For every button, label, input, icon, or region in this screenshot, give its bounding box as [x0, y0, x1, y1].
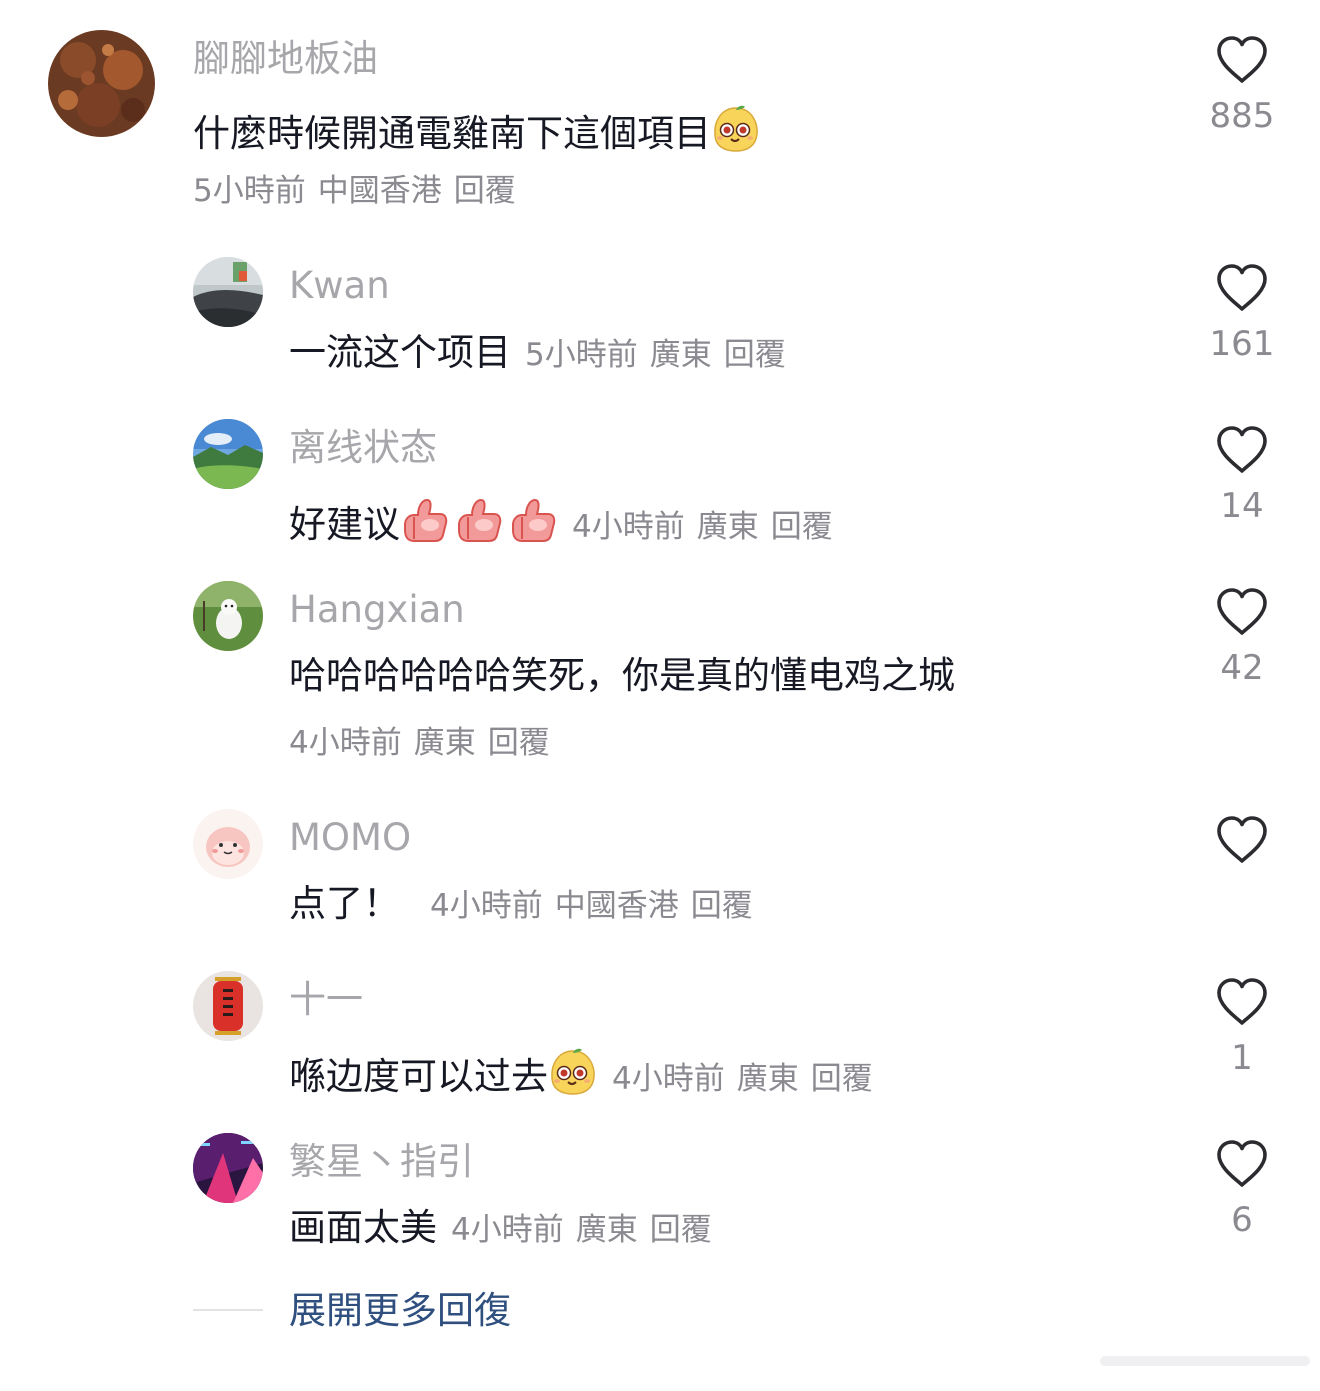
timestamp: 4小時前: [572, 509, 685, 545]
comment-text: 哈哈哈哈哈哈笑死，你是真的懂电鸡之城: [289, 654, 955, 697]
like-button[interactable]: 161: [1192, 263, 1292, 361]
reply-button[interactable]: 回覆: [488, 725, 550, 761]
comment-meta: 4小時前 廣東 回覆: [289, 728, 550, 759]
thumbs-up-emoji-icon: [400, 495, 450, 545]
username[interactable]: 繁星丶指引: [289, 1143, 474, 1180]
avatar[interactable]: [193, 1133, 263, 1203]
comment-text: 喺边度可以过去 4小時前 廣東 回覆: [289, 1047, 873, 1097]
comment-text-content: 点了！: [289, 882, 400, 925]
comment-text: 好建议 4小時前 廣東 回覆: [289, 495, 833, 545]
thumbs-up-emoji-icon: [454, 495, 504, 545]
username[interactable]: MOMO: [289, 819, 411, 856]
comment-meta: 5小時前 廣東 回覆: [525, 337, 786, 373]
like-button[interactable]: 1: [1192, 977, 1292, 1075]
timestamp: 4小時前: [451, 1212, 564, 1248]
like-button[interactable]: 6: [1192, 1139, 1292, 1237]
like-count: 885: [1209, 96, 1275, 136]
heart-icon[interactable]: [1215, 425, 1269, 475]
comment-meta: 4小時前 廣東 回覆: [612, 1061, 873, 1097]
heart-icon[interactable]: [1215, 587, 1269, 637]
like-count: 6: [1231, 1200, 1253, 1240]
timestamp: 5小時前: [525, 337, 638, 373]
reply-button[interactable]: 回覆: [691, 888, 753, 924]
like-button[interactable]: 42: [1192, 587, 1292, 685]
comment-text: 画面太美 4小時前 廣東 回覆: [289, 1209, 712, 1246]
comment-text-content: 一流这个项目: [289, 331, 511, 374]
reply-button[interactable]: 回覆: [811, 1061, 873, 1097]
like-count: 42: [1220, 648, 1264, 688]
location: 廣東: [649, 337, 712, 373]
mango-face-emoji-icon: [711, 104, 761, 154]
location: 廣東: [575, 1212, 638, 1248]
comment-meta: 4小時前 廣東 回覆: [572, 509, 833, 545]
mango-face-emoji-icon: [548, 1047, 598, 1097]
home-indicator: [1100, 1356, 1310, 1366]
username[interactable]: Hangxian: [289, 591, 465, 628]
username[interactable]: 腳腳地板油: [193, 40, 378, 77]
timestamp: 5小時前: [193, 173, 306, 209]
like-button[interactable]: 885: [1192, 35, 1292, 133]
thumbs-up-emoji-icon: [508, 495, 558, 545]
username[interactable]: 离线状态: [289, 429, 437, 466]
reply-button[interactable]: 回覆: [771, 509, 833, 545]
heart-icon[interactable]: [1215, 263, 1269, 313]
like-count: 14: [1220, 486, 1264, 526]
location: 廣東: [736, 1061, 799, 1097]
username[interactable]: Kwan: [289, 267, 390, 304]
timestamp: 4小時前: [612, 1061, 725, 1097]
location: 廣東: [413, 725, 476, 761]
comment-text-content: 喺边度可以过去: [289, 1055, 548, 1098]
heart-icon[interactable]: [1215, 1139, 1269, 1189]
like-count: 1: [1231, 1038, 1253, 1078]
like-count: 161: [1209, 324, 1275, 364]
heart-icon[interactable]: [1215, 35, 1269, 85]
avatar[interactable]: [193, 257, 263, 327]
comment-text: 什麼時候開通電雞南下這個項目: [193, 104, 761, 154]
username[interactable]: 十一: [289, 981, 363, 1018]
comment-meta: 4小時前 廣東 回覆: [451, 1212, 712, 1248]
timestamp: 4小時前: [430, 888, 543, 924]
like-button[interactable]: 14: [1192, 425, 1292, 523]
heart-icon[interactable]: [1215, 815, 1269, 865]
reply-button[interactable]: 回覆: [650, 1212, 712, 1248]
location: 中國香港: [317, 173, 442, 209]
reply-button[interactable]: 回覆: [724, 337, 786, 373]
comment-meta: 5小時前 中國香港 回覆: [193, 176, 516, 207]
avatar[interactable]: [48, 30, 155, 137]
avatar[interactable]: [193, 971, 263, 1041]
reply-button[interactable]: 回覆: [454, 173, 516, 209]
comment-meta: 4小時前 中國香港 回覆: [430, 888, 753, 924]
avatar[interactable]: [193, 809, 263, 879]
comment-text: 一流这个项目 5小時前 廣東 回覆: [289, 334, 786, 371]
avatar[interactable]: [193, 419, 263, 489]
location: 中國香港: [554, 888, 679, 924]
expand-more-replies-button[interactable]: 展開更多回復: [289, 1292, 511, 1329]
comment-text-content: 什麼時候開通電雞南下這個項目: [193, 112, 711, 155]
location: 廣東: [696, 509, 759, 545]
like-button[interactable]: [1192, 815, 1292, 865]
comment-text-content: 画面太美: [289, 1206, 437, 1249]
avatar[interactable]: [193, 581, 263, 651]
comment-text: 点了！ 4小時前 中國香港 回覆: [289, 885, 753, 922]
heart-icon[interactable]: [1215, 977, 1269, 1027]
divider: [193, 1309, 263, 1311]
timestamp: 4小時前: [289, 725, 402, 761]
comment-text-content: 好建议: [289, 503, 400, 546]
